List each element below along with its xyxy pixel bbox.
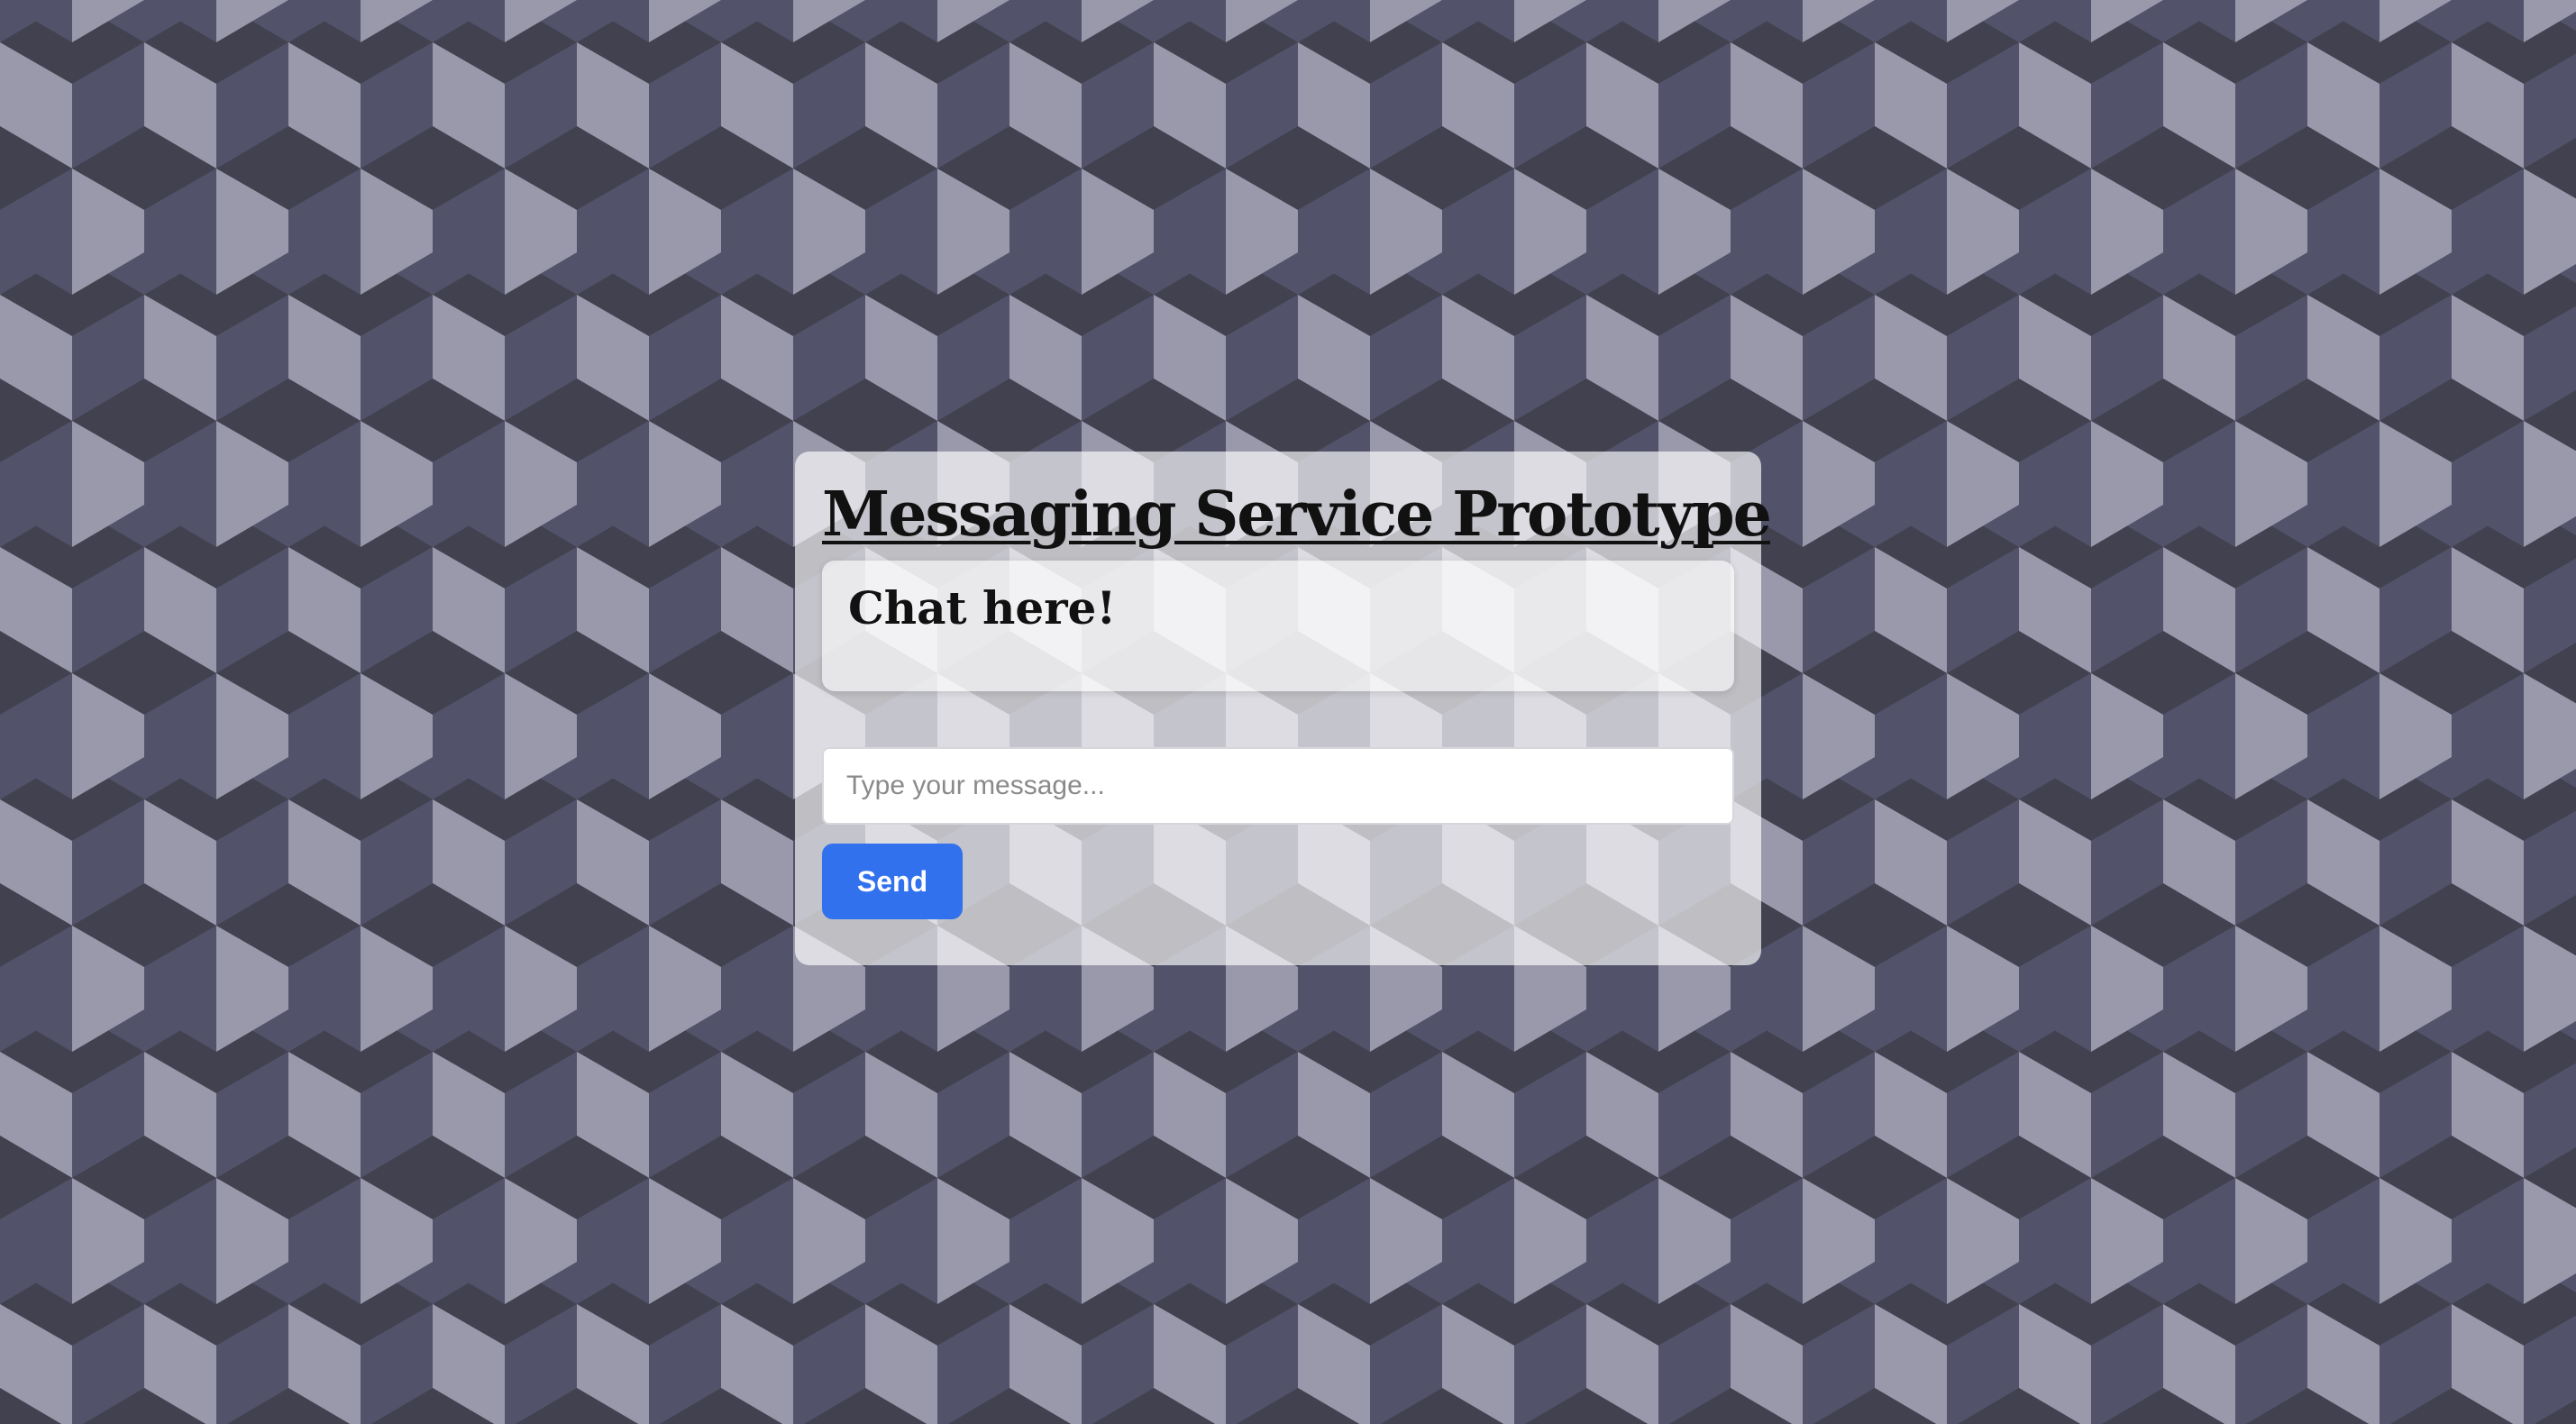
messaging-panel: Messaging Service Prototype Chat here! S… — [795, 452, 1772, 965]
chat-heading: Chat here! — [848, 581, 1117, 634]
send-button[interactable]: Send — [822, 844, 963, 919]
page-title: Messaging Service Prototype — [822, 479, 1772, 551]
chat-box: Chat here! — [822, 561, 1734, 691]
message-input[interactable] — [822, 747, 1734, 825]
